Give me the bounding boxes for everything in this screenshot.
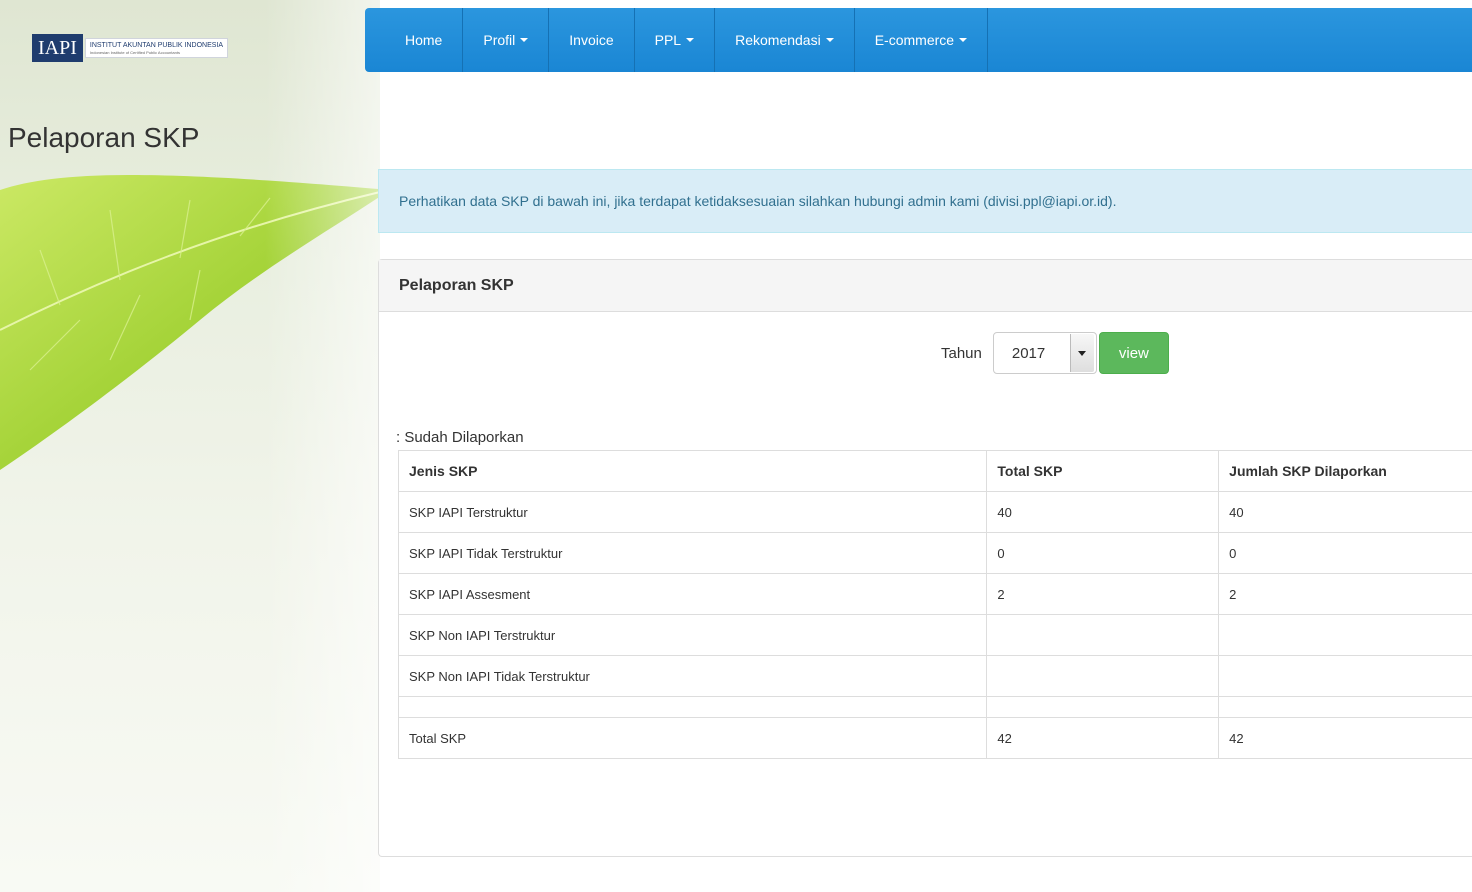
nav-profil-label: Profil xyxy=(483,32,516,48)
nav-invoice-label: Invoice xyxy=(569,32,614,48)
year-select-value: 2017 xyxy=(1011,344,1046,362)
cell-jenis: SKP Non IAPI Terstruktur xyxy=(397,614,988,656)
cell-total: 40 xyxy=(986,491,1220,533)
caret-down-icon xyxy=(825,38,834,42)
cell-total: 2 xyxy=(986,573,1220,615)
nav-ppl[interactable]: PPL xyxy=(635,8,716,72)
cell-dilaporkan xyxy=(1218,655,1472,697)
table-row: SKP Non IAPI Tidak Terstruktur xyxy=(397,655,1472,697)
table-row: SKP Non IAPI Terstruktur xyxy=(397,614,1472,656)
logo-text: INSTITUT AKUNTAN PUBLIK INDONESIA Indone… xyxy=(84,38,229,58)
nav-home-label: Home xyxy=(405,32,443,48)
total-dilaporkan-value: 42 xyxy=(1218,717,1472,759)
iapi-logo[interactable]: IAPI INSTITUT AKUNTAN PUBLIK INDONESIA I… xyxy=(32,30,256,66)
caret-down-icon xyxy=(959,38,968,42)
nav-invoice[interactable]: Invoice xyxy=(549,8,635,72)
nav-rekomendasi[interactable]: Rekomendasi xyxy=(715,8,855,72)
skp-table: Jenis SKP Total SKP Jumlah SKP Dilaporka… xyxy=(397,450,1472,759)
panel-heading: Pelaporan SKP xyxy=(379,260,1472,312)
table-row: SKP IAPI Tidak Terstruktur 0 0 xyxy=(397,532,1472,574)
alert-text: Perhatikan data SKP di bawah ini, jika t… xyxy=(399,193,1117,209)
cell-total xyxy=(986,655,1220,697)
cell-jenis: SKP IAPI Tidak Terstruktur xyxy=(397,532,988,574)
main-navbar: Home Profil Invoice PPL Rekomendasi E-co… xyxy=(365,8,1472,72)
logo-line1: INSTITUT AKUNTAN PUBLIK INDONESIA xyxy=(89,41,224,49)
cell-jenis: SKP IAPI Assesment xyxy=(397,573,988,615)
nav-home[interactable]: Home xyxy=(365,8,464,72)
logo-mark: IAPI xyxy=(32,34,83,62)
nav-ecommerce[interactable]: E-commerce xyxy=(855,8,989,72)
table-header-row: Jenis SKP Total SKP Jumlah SKP Dilaporka… xyxy=(397,450,1472,492)
cell-dilaporkan xyxy=(1218,614,1472,656)
header-jumlah-dilaporkan: Jumlah SKP Dilaporkan xyxy=(1218,450,1472,492)
view-button[interactable]: view xyxy=(1098,332,1169,374)
total-label: Total SKP xyxy=(397,717,988,759)
panel-title: Pelaporan SKP xyxy=(399,276,514,294)
table-row: SKP IAPI Terstruktur 40 40 xyxy=(397,491,1472,533)
cell-dilaporkan: 2 xyxy=(1218,573,1472,615)
cell-dilaporkan: 0 xyxy=(1218,532,1472,574)
nav-rekomendasi-label: Rekomendasi xyxy=(735,32,821,48)
cell-jenis: SKP IAPI Terstruktur xyxy=(397,491,988,533)
total-skp-value: 42 xyxy=(986,717,1220,759)
header-total-skp: Total SKP xyxy=(986,450,1220,492)
year-filter: Tahun 2017 view xyxy=(941,332,1169,374)
table-row: SKP IAPI Assesment 2 2 xyxy=(397,573,1472,615)
chevron-down-icon[interactable] xyxy=(1069,334,1094,372)
cell-dilaporkan: 40 xyxy=(1218,491,1472,533)
cell-total: 0 xyxy=(986,532,1220,574)
info-alert: Perhatikan data SKP di bawah ini, jika t… xyxy=(378,169,1472,233)
table-total-row: Total SKP 42 42 xyxy=(397,717,1472,759)
year-select[interactable]: 2017 xyxy=(992,332,1097,374)
nav-profil[interactable]: Profil xyxy=(463,8,550,72)
header-jenis-skp: Jenis SKP xyxy=(397,450,988,492)
logo-line2: Indonesian Institute of Certified Public… xyxy=(89,49,180,55)
caret-down-icon xyxy=(686,38,695,42)
nav-ppl-label: PPL xyxy=(654,32,682,48)
report-status: : Sudah Dilaporkan xyxy=(396,429,524,446)
page-title: Pelaporan SKP xyxy=(8,122,200,153)
report-panel: Pelaporan SKP Tahun 2017 view : Sudah Di… xyxy=(378,259,1472,857)
view-button-label: view xyxy=(1118,344,1149,362)
cell-jenis: SKP Non IAPI Tidak Terstruktur xyxy=(397,655,988,697)
table-spacer-row xyxy=(397,696,1472,718)
year-label: Tahun xyxy=(941,344,982,362)
caret-down-icon xyxy=(520,38,529,42)
nav-ecommerce-label: E-commerce xyxy=(874,32,955,48)
cell-total xyxy=(986,614,1220,656)
